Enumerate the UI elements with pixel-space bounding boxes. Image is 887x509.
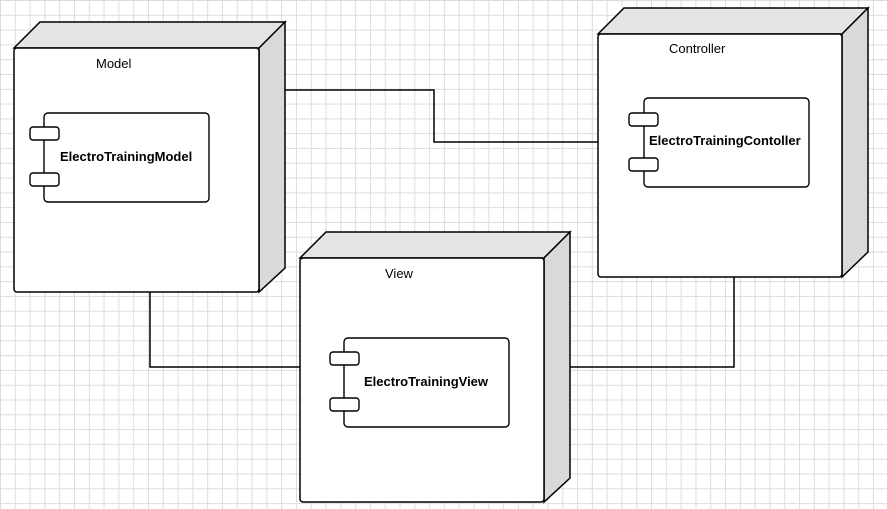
component-port-icon <box>29 126 60 141</box>
node-model-title: Model <box>96 56 132 71</box>
node-model[interactable]: Model ElectroTrainingModel <box>12 20 287 294</box>
component-electro-training-view[interactable]: ElectroTrainingView <box>329 337 510 428</box>
component-label: ElectroTrainingModel <box>60 149 192 164</box>
node-view-top <box>298 231 572 259</box>
component-port-icon <box>628 112 659 127</box>
node-model-side <box>258 20 286 294</box>
node-controller[interactable]: Controller ElectroTrainingContoller <box>596 6 870 279</box>
component-electro-training-contoller[interactable]: ElectroTrainingContoller <box>628 97 810 188</box>
component-port-icon <box>29 172 60 187</box>
connector-controller-view[interactable] <box>570 277 735 368</box>
component-label: ElectroTrainingContoller <box>649 133 801 148</box>
component-label: ElectroTrainingView <box>364 374 489 389</box>
node-model-top <box>12 21 287 49</box>
node-controller-title: Controller <box>669 41 726 56</box>
node-view-side <box>543 230 571 504</box>
component-electro-training-model[interactable]: ElectroTrainingModel <box>29 112 210 203</box>
node-controller-side <box>841 6 869 279</box>
connector-model-controller[interactable] <box>285 89 598 143</box>
node-view[interactable]: View ElectroTrainingView <box>298 230 572 504</box>
node-view-title: View <box>385 266 414 281</box>
component-port-icon <box>628 157 659 172</box>
component-port-icon <box>329 397 360 412</box>
connector-model-view[interactable] <box>149 292 300 368</box>
component-port-icon <box>329 351 360 366</box>
node-controller-top <box>596 7 870 35</box>
deployment-diagram: Model ElectroTrainingModel Controller El… <box>12 6 870 504</box>
